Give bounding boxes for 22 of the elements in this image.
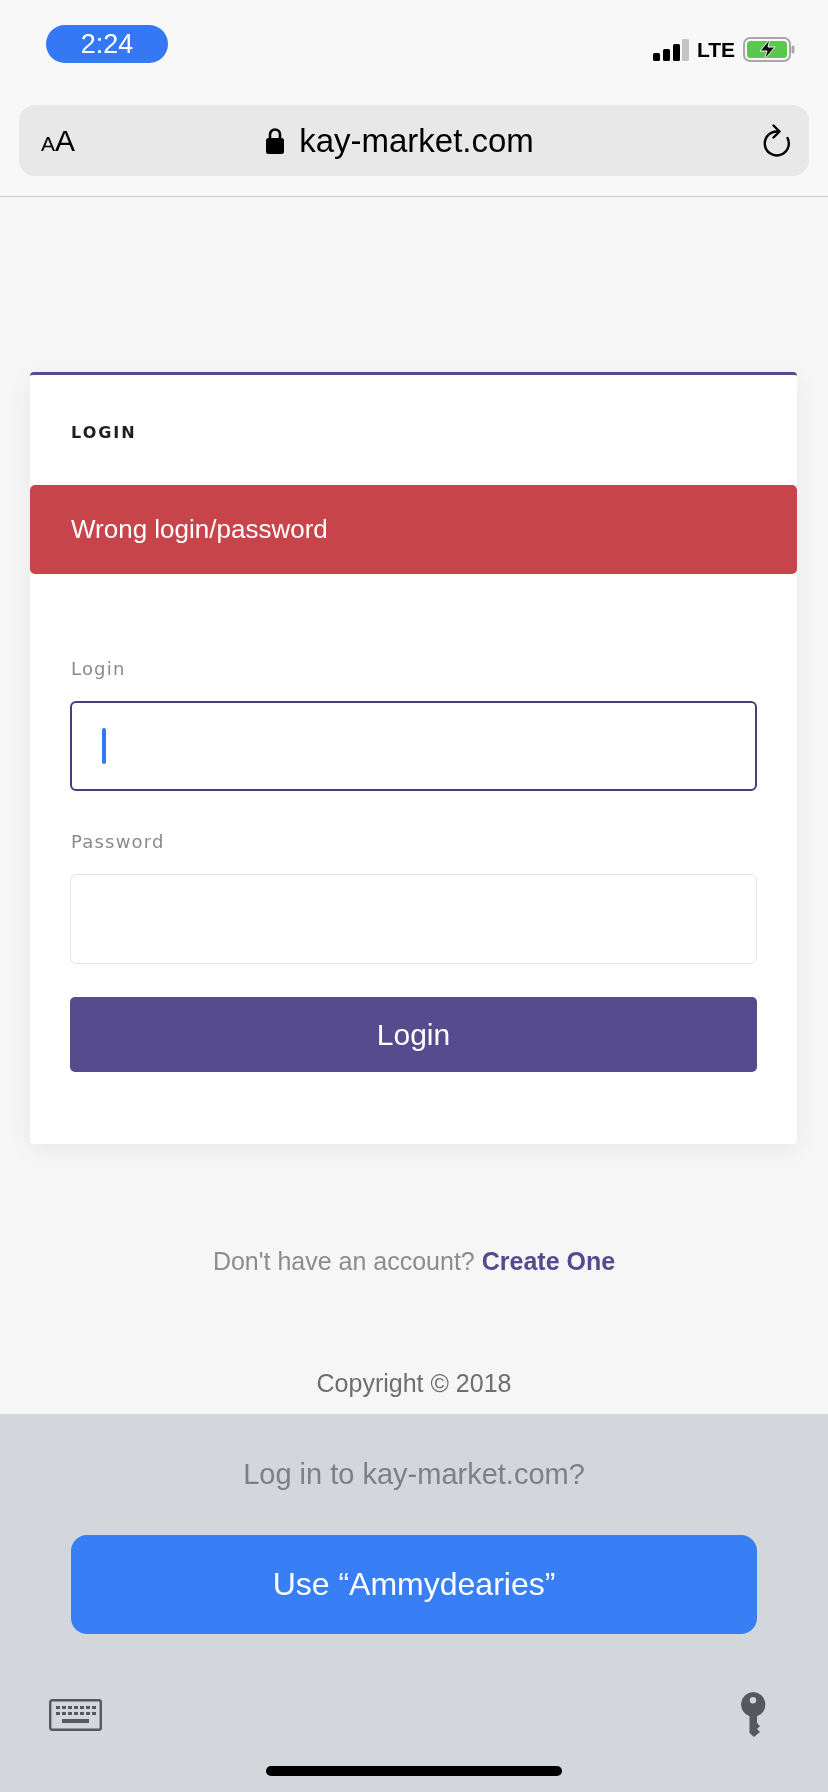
status-time: 2:24: [46, 25, 168, 63]
field-label: Password: [71, 830, 165, 854]
reload-icon[interactable]: [761, 123, 791, 158]
battery-charging-icon: [743, 37, 795, 62]
text-cursor-icon: [102, 728, 106, 764]
input-field[interactable]: [70, 701, 757, 791]
text-size-button[interactable]: AA: [37, 125, 80, 156]
address-bar[interactable]: AA kay-market.com: [19, 105, 809, 176]
key-icon[interactable]: [740, 1692, 766, 1737]
keyboard-icon[interactable]: [49, 1698, 102, 1731]
error-alert: Wrong login/password: [30, 485, 797, 574]
url-text: kay-market.com: [299, 120, 534, 161]
card-title: LOGIN: [71, 422, 137, 444]
signal-icon: [652, 38, 689, 61]
autofill-question: Log in to kay-market.com?: [243, 1457, 585, 1491]
copyright-text: Copyright © 2018: [316, 1368, 512, 1398]
use-saved-login-button[interactable]: Use “Ammydearies”: [71, 1535, 757, 1634]
login-button[interactable]: Login: [70, 997, 757, 1072]
create-account-link[interactable]: Create One: [481, 1247, 616, 1275]
signup-prompt: Don't have an account? Create One: [212, 1246, 616, 1276]
network-type: LTE: [696, 37, 735, 62]
field-label: Login: [71, 657, 126, 681]
